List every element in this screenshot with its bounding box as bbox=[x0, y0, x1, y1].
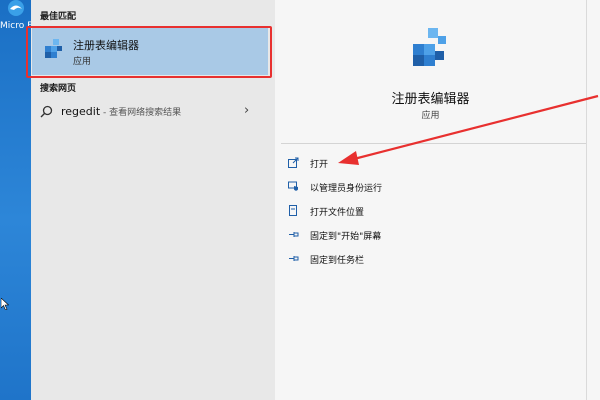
open-icon bbox=[288, 157, 299, 168]
web-query-suffix: - 查看网络搜索结果 bbox=[100, 108, 182, 118]
action-label: 以管理员身份运行 bbox=[310, 184, 383, 194]
edge-icon[interactable] bbox=[2, 0, 30, 22]
pin-start-icon bbox=[289, 232, 299, 237]
edge-desktop-label: Micro Edg bbox=[0, 21, 32, 31]
app-type: 应用 bbox=[421, 111, 440, 121]
app-detail-column: 注册表编辑器 应用 打开 以管理员身份运行 打开文件位置 固定到"开始"屏幕 固… bbox=[275, 0, 600, 400]
registry-editor-large-icon bbox=[413, 28, 446, 66]
best-match-type: 应用 bbox=[73, 57, 92, 67]
web-search-heading: 搜索网页 bbox=[40, 84, 77, 94]
action-label: 固定到"开始"屏幕 bbox=[310, 232, 382, 242]
desktop-background: Micro Edg bbox=[0, 0, 32, 400]
pin-taskbar-icon bbox=[289, 256, 299, 261]
best-match-item[interactable]: 注册表编辑器 应用 bbox=[32, 27, 268, 75]
action-label: 固定到任务栏 bbox=[310, 256, 365, 266]
action-label: 打开 bbox=[310, 160, 329, 170]
web-search-result[interactable]: regedit - 查看网络搜索结果 › bbox=[32, 98, 268, 126]
file-location-icon bbox=[289, 205, 297, 216]
results-column: 最佳匹配 注册表编辑器 应用 搜索网页 regedit - 查看网络搜索结果 › bbox=[31, 0, 275, 400]
chevron-right-icon[interactable]: › bbox=[244, 103, 249, 118]
action-label: 打开文件位置 bbox=[310, 208, 365, 218]
start-search-panel: 最佳匹配 注册表编辑器 应用 搜索网页 regedit - 查看网络搜索结果 ›… bbox=[31, 0, 600, 400]
registry-editor-icon bbox=[45, 39, 62, 58]
best-match-name: 注册表编辑器 bbox=[73, 39, 139, 52]
best-match-heading: 最佳匹配 bbox=[40, 12, 77, 22]
divider bbox=[281, 143, 586, 144]
scrollbar[interactable] bbox=[586, 0, 600, 400]
mouse-cursor-icon bbox=[1, 298, 9, 310]
app-title: 注册表编辑器 bbox=[391, 92, 470, 107]
search-icon bbox=[40, 105, 53, 118]
shield-run-icon bbox=[288, 181, 298, 191]
web-query-text: regedit bbox=[61, 105, 101, 118]
